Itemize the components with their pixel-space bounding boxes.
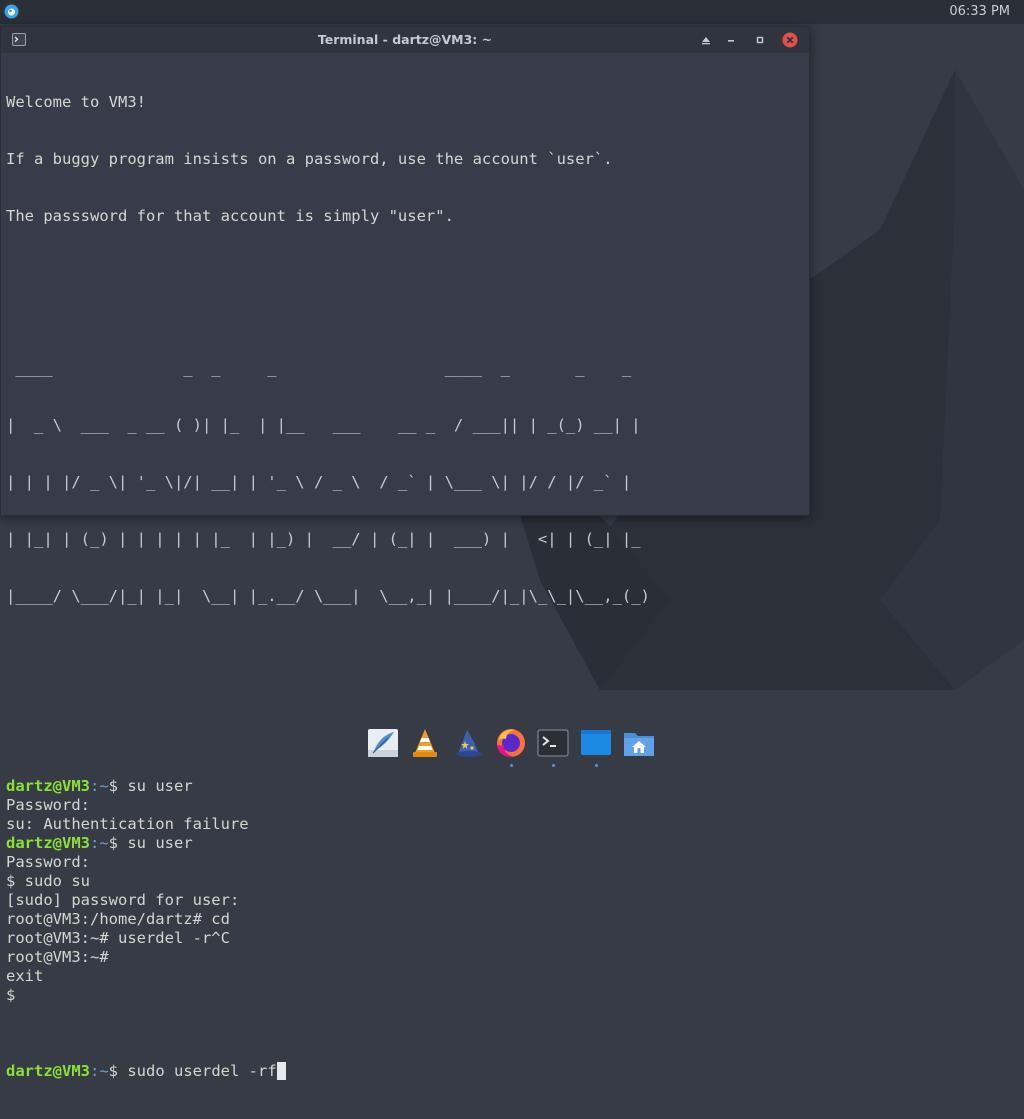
banner-line: | | | |/ _ \| '_ \|/| __| | '_ \ / _ \ /… xyxy=(6,473,632,491)
banner-line: ____ _ _ _ ____ _ _ _ xyxy=(6,359,641,377)
running-indicator xyxy=(595,764,598,767)
top-panel: 06:33 PM xyxy=(0,0,1024,24)
prompt-path: :~ xyxy=(90,834,109,852)
up-arrow-icon[interactable] xyxy=(698,32,714,48)
prompt-user: dartz@VM3 xyxy=(6,777,90,795)
output-line: root@VM3:~# userdel -r^C xyxy=(6,929,230,947)
ascii-banner: ____ _ _ _ ____ _ _ _ | _ \ ___ _ __ ( )… xyxy=(6,321,806,644)
blue-window-icon[interactable] xyxy=(579,726,613,760)
window-titlebar[interactable]: Terminal - dartz@VM3: ~ xyxy=(1,27,809,53)
terminal-window: Terminal - dartz@VM3: ~ Welcome to VM3! … xyxy=(0,26,810,1080)
command-text: su user xyxy=(127,834,193,852)
current-prompt-line[interactable]: dartz@VM3:~$ sudo userdel -rf xyxy=(6,1062,806,1081)
output-line: root@VM3:/home/dartz# cd xyxy=(6,910,230,928)
output-line: $ xyxy=(6,986,16,1004)
dock xyxy=(366,726,658,767)
output-line: Password: xyxy=(6,796,90,814)
wizard-hat-icon[interactable] xyxy=(452,726,486,760)
prompt-user: dartz@VM3 xyxy=(6,1062,90,1080)
current-command[interactable]: sudo userdel -rf xyxy=(127,1062,276,1080)
vlc-cone-icon[interactable] xyxy=(408,726,442,760)
terminal-session: dartz@VM3:~$ su user Password: su: Authent… xyxy=(6,777,806,1005)
prompt-path: :~ xyxy=(90,1062,109,1080)
output-line: su: Authentication failure xyxy=(6,815,249,833)
terminal-icon[interactable] xyxy=(536,726,570,760)
banner-line: | |_| | (_) | | | | | |_ | |_) | __/ | (… xyxy=(6,530,641,548)
banner-line: | _ \ ___ _ __ ( )| |_ | |__ ___ __ _ / … xyxy=(6,416,641,434)
prompt-line: dartz@VM3:~$ su user xyxy=(6,777,806,796)
home-folder-icon[interactable] xyxy=(622,726,656,760)
text-cursor xyxy=(276,1062,286,1080)
output-line: exit xyxy=(6,967,44,985)
prompt-path: :~ xyxy=(90,777,109,795)
prompt-line: dartz@VM3:~$ su user xyxy=(6,834,806,853)
output-line: Password: xyxy=(6,853,90,871)
maximize-icon[interactable] xyxy=(752,32,768,48)
running-indicator xyxy=(552,764,555,767)
terminal-output[interactable]: Welcome to VM3! If a buggy program insis… xyxy=(6,55,806,1080)
prompt-suffix: $ xyxy=(108,1062,128,1080)
welcome-line: If a buggy program insists on a password… xyxy=(6,150,613,168)
welcome-line: Welcome to VM3! xyxy=(6,93,146,111)
command-text: su user xyxy=(127,777,193,795)
text-editor-feather-icon[interactable] xyxy=(366,726,400,760)
prompt-suffix: $ xyxy=(108,777,128,795)
output-line: [sudo] password for user: xyxy=(6,891,240,909)
running-indicator xyxy=(510,764,513,767)
clock[interactable]: 06:33 PM xyxy=(949,4,1010,19)
output-line: $ sudo su xyxy=(6,872,90,890)
welcome-line: The passsword for that account is simply… xyxy=(6,207,454,225)
close-icon[interactable] xyxy=(782,32,798,48)
prompt-suffix: $ xyxy=(108,834,128,852)
prompt-user: dartz@VM3 xyxy=(6,834,90,852)
firefox-icon[interactable] xyxy=(494,726,528,760)
window-title: Terminal - dartz@VM3: ~ xyxy=(317,32,493,47)
banner-line: |____/ \___/|_| |_| \__| |_.__/ \___| \_… xyxy=(6,587,650,605)
output-line: root@VM3:~# xyxy=(6,948,109,966)
minimize-icon[interactable] xyxy=(723,32,739,48)
app-menu-icon[interactable] xyxy=(4,4,19,19)
